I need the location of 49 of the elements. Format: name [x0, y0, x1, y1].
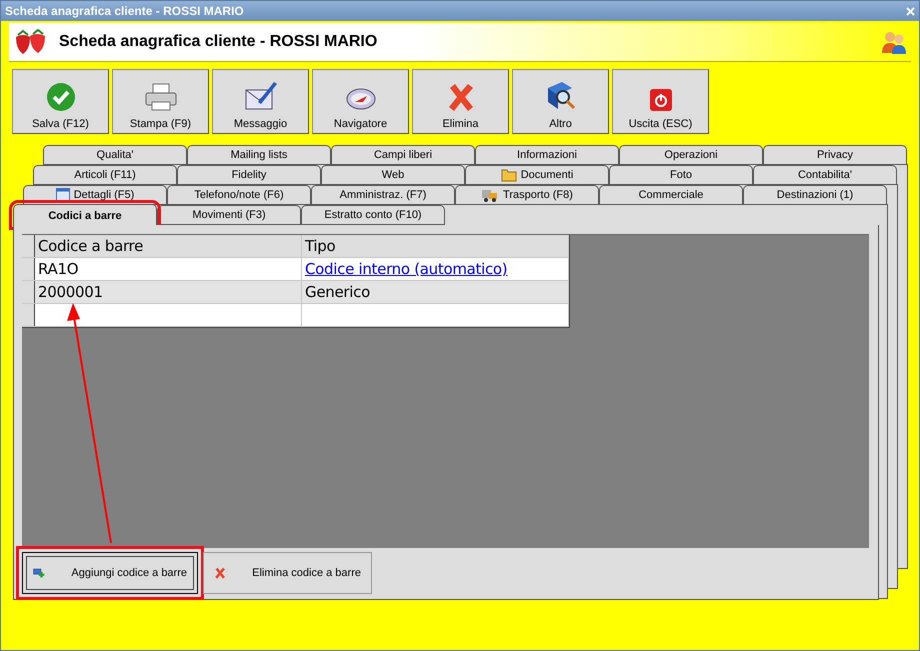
tab[interactable]: Destinazioni (1) [743, 185, 887, 205]
tab[interactable]: Mailing lists [187, 145, 331, 165]
tab[interactable]: Privacy [763, 145, 907, 165]
tab[interactable]: Qualita' [43, 145, 187, 165]
check-icon [46, 82, 76, 112]
header-title: Scheda anagrafica cliente - ROSSI MARIO [59, 33, 378, 51]
toolbar-button[interactable]: Elimina [412, 69, 509, 134]
action-button[interactable]: Elimina codice a barre [203, 552, 372, 594]
close-icon[interactable] [906, 6, 915, 16]
tab[interactable]: Contabilita' [753, 165, 897, 185]
table-cell: 2000001 [35, 281, 302, 303]
tab[interactable]: Trasporto (F8) [455, 185, 599, 205]
toolbar-button[interactable]: Navigatore [312, 69, 409, 134]
printer-icon [144, 82, 178, 112]
column-header[interactable]: Tipo [302, 235, 569, 257]
row-indicator [22, 281, 35, 303]
tab[interactable]: Amministraz. (F7) [311, 185, 455, 205]
toolbar-button[interactable]: Altro [512, 69, 609, 134]
table-link[interactable]: Codice interno (automatico) [305, 260, 508, 278]
table-row[interactable] [22, 304, 569, 327]
tab[interactable]: Fidelity [177, 165, 321, 185]
table-cell: RA1O [35, 258, 302, 280]
users-icon[interactable] [881, 30, 907, 54]
table-cell: Generico [302, 281, 569, 303]
tab[interactable]: Documenti [465, 165, 609, 185]
tab[interactable]: Commerciale [599, 185, 743, 205]
tab[interactable]: Foto [609, 165, 753, 185]
tab[interactable]: Telefono/note (F6) [167, 185, 311, 205]
power-icon [648, 88, 672, 112]
compass-icon [344, 86, 376, 112]
folder-icon [500, 168, 517, 182]
tab[interactable]: Estratto conto (F10) [301, 205, 445, 225]
tab[interactable]: Operazioni [619, 145, 763, 165]
toolbar-button[interactable]: Uscita (ESC) [612, 69, 709, 134]
toolbar-button[interactable]: Salva (F12) [12, 69, 109, 134]
tab[interactable]: Web [321, 165, 465, 185]
calendar-icon [56, 188, 70, 202]
table-row[interactable]: RA1O Codice interno (automatico) [22, 258, 569, 281]
toolbar-button[interactable]: Messaggio [212, 69, 309, 134]
truck-icon [481, 188, 500, 202]
tab[interactable]: Movimenti (F3) [157, 205, 301, 225]
envelope-pen-icon [244, 80, 278, 112]
table-row[interactable]: 2000001 Generico [22, 281, 569, 304]
tab[interactable]: Campi liberi [331, 145, 475, 165]
window-title: Scheda anagrafica cliente - ROSSI MARIO [5, 4, 244, 18]
column-header[interactable]: Codice a barre [35, 235, 302, 257]
tab[interactable]: Informazioni [475, 145, 619, 165]
tab[interactable]: Articoli (F11) [33, 165, 177, 185]
toolbar-button[interactable]: Stampa (F9) [112, 69, 209, 134]
